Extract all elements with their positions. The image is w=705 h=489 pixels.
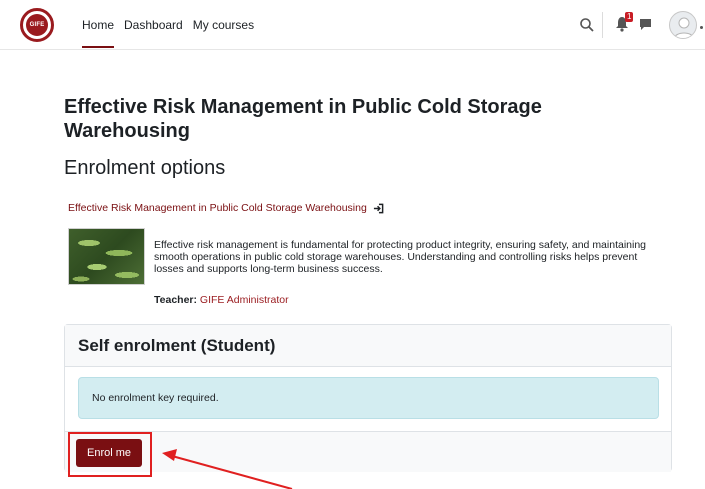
- top-navbar: GIFE Home Dashboard My courses 1: [0, 0, 705, 50]
- enter-icon: [373, 203, 384, 213]
- chat-icon[interactable]: [639, 18, 652, 31]
- user-avatar-icon: [673, 17, 695, 38]
- teacher-label: Teacher:: [154, 294, 197, 306]
- card-footer: [65, 431, 671, 472]
- notification-badge: 1: [625, 12, 634, 22]
- navbar-divider: [602, 12, 603, 38]
- info-alert: No enrolment key required.: [78, 377, 659, 419]
- nav-home[interactable]: Home: [82, 18, 115, 48]
- teacher-name-link[interactable]: GIFE Administrator: [200, 294, 289, 306]
- self-enrolment-card: Self enrolment (Student) No enrolment ke…: [64, 324, 672, 472]
- nav-my-courses[interactable]: My courses: [193, 18, 254, 48]
- course-teacher: Teacher: GIFE Administrator: [154, 294, 289, 306]
- site-logo[interactable]: GIFE: [20, 8, 54, 42]
- course-image: [68, 228, 145, 285]
- avatar[interactable]: [669, 11, 697, 39]
- alert-text: No enrolment key required.: [92, 392, 219, 404]
- card-header: Self enrolment (Student): [65, 325, 671, 367]
- course-summary: Effective risk management is fundamental…: [154, 239, 647, 275]
- course-link[interactable]: Effective Risk Management in Public Cold…: [68, 202, 384, 214]
- enrol-me-button[interactable]: Enrol me: [76, 439, 142, 467]
- page-title: Effective Risk Management in Public Cold…: [64, 96, 542, 142]
- enrolment-options-heading: Enrolment options: [64, 157, 226, 179]
- primary-navigation: Home Dashboard My courses: [82, 18, 254, 48]
- card-title: Self enrolment (Student): [78, 336, 276, 355]
- logo-text: GIFE: [26, 14, 48, 36]
- user-menu-caret-icon[interactable]: [700, 26, 703, 29]
- nav-dashboard[interactable]: Dashboard: [124, 18, 183, 48]
- course-link-label: Effective Risk Management in Public Cold…: [68, 202, 367, 214]
- search-icon[interactable]: [579, 17, 595, 33]
